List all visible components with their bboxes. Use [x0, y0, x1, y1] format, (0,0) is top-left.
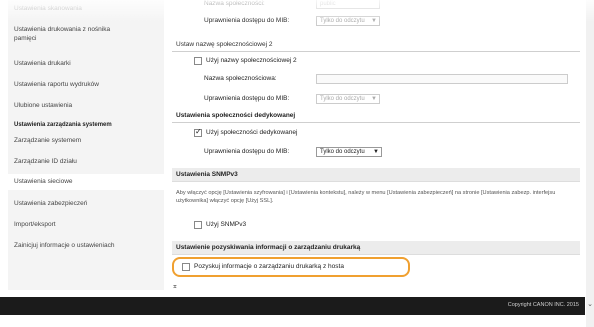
- sidebar-item-media-print[interactable]: Ustawienia drukowania z nośnika pamięci: [14, 25, 162, 43]
- sidebar-item-network[interactable]: Ustawienia sieciowe: [8, 174, 164, 190]
- community2-name-input[interactable]: [316, 74, 568, 84]
- dedicated-check-label: Użyj społeczności dedykowanej: [206, 129, 298, 136]
- sidebar-item-system-management[interactable]: Zarządzanie systemem: [14, 136, 162, 145]
- dedicated-access-label: Uprawnienia dostępu do MIB:: [204, 148, 290, 155]
- snmpv3-description: Aby włączyć opcję [Ustawienia szyfrowani…: [176, 190, 556, 204]
- community2-access-select[interactable]: Tylko do odczytu ▼: [316, 94, 380, 104]
- dedicated-header: Ustawienia społeczności dedykowanej: [176, 112, 296, 119]
- sidebar-item-scan-settings[interactable]: Ustawienia skanowania: [14, 4, 162, 13]
- sidebar-item-security[interactable]: Ustawienia zabezpieczeń: [14, 199, 162, 208]
- community2-check-label: Użyj nazwy społecznościowej 2: [206, 57, 297, 64]
- community2-name-label: Nazwa społecznościowa:: [204, 75, 277, 82]
- dedicated-access-value: Tylko do odczytu: [320, 149, 365, 155]
- sidebar-item-dept-id[interactable]: Zarządzanie ID działu: [14, 157, 162, 166]
- sidebar-item-favorites[interactable]: Ulubione ustawienia: [14, 101, 162, 110]
- divider: [172, 122, 580, 123]
- dedicated-access-select[interactable]: Tylko do odczytu ▼: [316, 147, 382, 157]
- chevron-down-icon: ▼: [371, 96, 377, 102]
- community2-access-value: Tylko do odczytu: [320, 96, 365, 102]
- community-name-value: public: [320, 1, 336, 7]
- sidebar-item-report-settings[interactable]: Ustawienia raportu wydruków: [14, 80, 162, 89]
- top-access-label: Uprawnienia dostępu do MIB:: [204, 17, 290, 24]
- copyright-text: Copyright CANON INC. 2015: [507, 302, 579, 308]
- community2-header: Ustaw nazwę społecznościowej 2: [176, 41, 273, 48]
- main-content: Nazwa społeczności: public Uprawnienia d…: [172, 0, 580, 290]
- snmpv3-check-label: Użyj SNMPv3: [206, 221, 247, 228]
- footer: Copyright CANON INC. 2015: [0, 297, 585, 315]
- sidebar-item-printer-settings[interactable]: Ustawienia drukarki: [14, 59, 162, 68]
- snmpv3-checkbox[interactable]: [194, 221, 202, 229]
- chevron-down-icon: ▼: [371, 18, 377, 24]
- sidebar-item-init-settings[interactable]: Zainicjuj informacje o ustawieniach: [14, 241, 162, 250]
- divider: [172, 51, 580, 52]
- scroll-top-icon[interactable]: ⌅: [172, 282, 178, 290]
- dedicated-checkbox[interactable]: [194, 127, 202, 137]
- sidebar: Ustawienia skanowania Ustawienia drukowa…: [8, 0, 164, 290]
- community-name-field[interactable]: public: [316, 0, 380, 9]
- printer-mgmt-check-label: Pozyskuj informacje o zarządzaniu drukar…: [194, 263, 344, 270]
- community2-checkbox[interactable]: [194, 57, 202, 65]
- top-access-value: Tylko do odczytu: [320, 18, 365, 24]
- sidebar-item-import-export[interactable]: Import/eksport: [14, 220, 162, 229]
- sidebar-item-label-cont: pamięci: [14, 35, 37, 42]
- snmpv3-section-header: Ustawienia SNMPv3: [172, 168, 580, 182]
- community2-access-label: Uprawnienia dostępu do MIB:: [204, 95, 290, 102]
- sidebar-item-label: Ustawienia drukowania z nośnika: [14, 26, 111, 33]
- chevron-down-icon: ▼: [373, 149, 379, 155]
- scrollbar[interactable]: ⌄: [586, 0, 594, 327]
- printer-mgmt-section-header: Ustawienie pozyskiwania informacji o zar…: [172, 241, 580, 255]
- sidebar-section-header: Ustawienia zarządzania systemem: [14, 122, 112, 128]
- community-name-label: Nazwa społeczności:: [204, 0, 265, 7]
- top-access-select[interactable]: Tylko do odczytu ▼: [316, 16, 380, 26]
- chevron-down-icon[interactable]: ⌄: [587, 300, 593, 308]
- printer-mgmt-checkbox[interactable]: [182, 263, 190, 271]
